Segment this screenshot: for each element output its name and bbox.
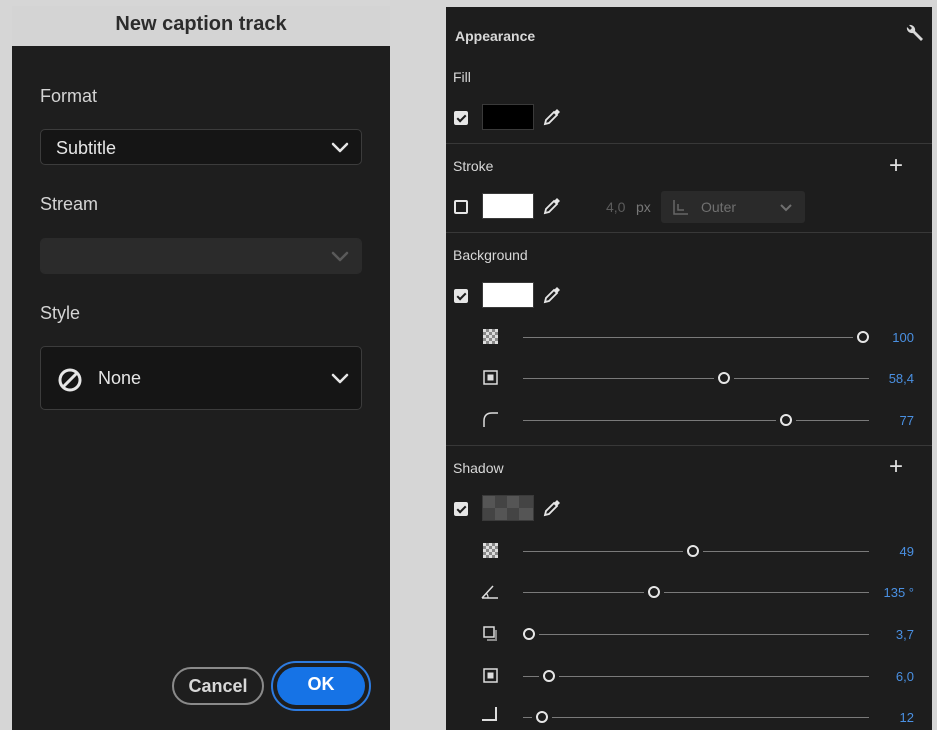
slider-knob[interactable]: [857, 331, 869, 343]
format-label: Format: [40, 86, 98, 106]
slider-track: [523, 551, 683, 552]
wrench-icon[interactable]: [904, 24, 924, 44]
slider-knob[interactable]: [648, 586, 660, 598]
panel-title: Appearance: [455, 28, 536, 44]
slider-knob[interactable]: [718, 372, 730, 384]
background-checkbox[interactable]: [454, 289, 468, 303]
shadow-blur-value[interactable]: 12: [900, 710, 914, 725]
background-size-value[interactable]: 58,4: [889, 371, 914, 386]
shadow-size-slider[interactable]: [523, 669, 869, 683]
background-size-slider[interactable]: [523, 371, 869, 385]
blur-icon: [482, 707, 497, 721]
slider-track: [539, 634, 869, 635]
stroke-position-icon: [673, 200, 688, 215]
stroke-size-unit: px: [636, 199, 651, 215]
ok-button[interactable]: OK: [277, 667, 365, 705]
none-icon: [58, 368, 82, 392]
slider-track: [734, 378, 869, 379]
slider-track: [559, 676, 869, 677]
shadow-angle-value[interactable]: 135 °: [883, 585, 914, 600]
cancel-button[interactable]: Cancel: [172, 667, 264, 705]
shadow-opacity-slider[interactable]: [523, 544, 869, 558]
new-caption-track-dialog: New caption track Format Subtitle Stream…: [12, 6, 390, 730]
divider: [446, 232, 932, 233]
stroke-label: Stroke: [453, 158, 494, 174]
shadow-size-value[interactable]: 6,0: [896, 669, 914, 684]
corner-radius-icon: [483, 412, 498, 427]
background-opacity-value[interactable]: 100: [892, 330, 914, 345]
size-icon: [483, 370, 498, 385]
shadow-swatch-pattern: [483, 496, 533, 520]
fill-label: Fill: [453, 69, 471, 85]
opacity-icon: [483, 329, 498, 344]
plus-icon[interactable]: +: [889, 455, 903, 479]
shadow-distance-slider[interactable]: [523, 627, 869, 641]
shadow-opacity-value[interactable]: 49: [900, 544, 914, 559]
slider-track: [552, 717, 869, 718]
stroke-size-value[interactable]: 4,0: [606, 199, 625, 215]
eyedropper-icon[interactable]: [542, 107, 562, 127]
shadow-blur-slider[interactable]: [523, 710, 869, 724]
shadow-color-swatch[interactable]: [482, 495, 534, 521]
format-dropdown[interactable]: Subtitle: [40, 129, 362, 165]
chevron-down-icon: [331, 373, 349, 384]
chevron-down-icon: [331, 142, 349, 153]
chevron-down-icon: [780, 204, 792, 212]
background-color-swatch[interactable]: [482, 282, 534, 308]
eyedropper-icon[interactable]: [542, 196, 562, 216]
shadow-checkbox[interactable]: [454, 502, 468, 516]
appearance-panel: Appearance Fill Stroke + 4,0 px Outer Ba…: [446, 7, 932, 730]
slider-track: [523, 592, 644, 593]
slider-knob[interactable]: [780, 414, 792, 426]
eyedropper-icon[interactable]: [542, 285, 562, 305]
eyedropper-icon[interactable]: [542, 498, 562, 518]
size-icon: [483, 668, 498, 683]
chevron-down-icon: [331, 251, 349, 262]
format-value: Subtitle: [56, 138, 117, 158]
style-label: Style: [40, 303, 81, 323]
stroke-position-value: Outer: [701, 199, 737, 215]
slider-knob[interactable]: [536, 711, 548, 723]
slider-track: [664, 592, 869, 593]
slider-track: [523, 337, 853, 338]
slider-knob[interactable]: [687, 545, 699, 557]
background-opacity-slider[interactable]: [523, 330, 869, 344]
angle-icon: [481, 585, 498, 599]
slider-track: [523, 717, 532, 718]
fill-color-swatch[interactable]: [482, 104, 534, 130]
shadow-label: Shadow: [453, 460, 504, 476]
divider: [446, 445, 932, 446]
shadow-distance-value[interactable]: 3,7: [896, 627, 914, 642]
stream-dropdown[interactable]: [40, 238, 362, 274]
slider-track: [523, 420, 776, 421]
shadow-angle-slider[interactable]: [523, 585, 869, 599]
slider-track: [523, 378, 714, 379]
slider-knob[interactable]: [523, 628, 535, 640]
slider-track: [523, 676, 539, 677]
plus-icon[interactable]: +: [889, 154, 903, 178]
stroke-position-dropdown[interactable]: Outer: [661, 191, 805, 223]
background-corner-radius-slider[interactable]: [523, 413, 869, 427]
dialog-title: New caption track: [12, 6, 390, 46]
divider: [446, 143, 932, 144]
background-corner-radius-value[interactable]: 77: [900, 413, 914, 428]
style-value: None: [98, 368, 142, 388]
slider-track: [703, 551, 869, 552]
distance-icon: [483, 626, 497, 641]
fill-checkbox[interactable]: [454, 111, 468, 125]
stroke-checkbox[interactable]: [454, 200, 468, 214]
opacity-icon: [483, 543, 498, 558]
style-dropdown[interactable]: None: [40, 346, 362, 410]
slider-knob[interactable]: [543, 670, 555, 682]
stream-label: Stream: [40, 194, 99, 214]
slider-track: [796, 420, 869, 421]
background-label: Background: [453, 247, 528, 263]
stroke-color-swatch[interactable]: [482, 193, 534, 219]
